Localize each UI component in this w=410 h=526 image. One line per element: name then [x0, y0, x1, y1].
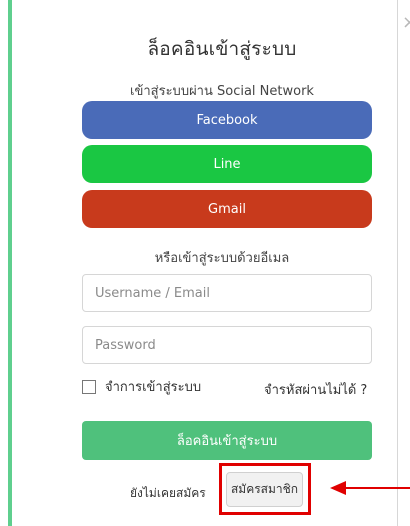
remember-checkbox[interactable] [82, 379, 96, 394]
login-button[interactable]: ล็อคอินเข้าสู่ระบบ [82, 421, 372, 460]
facebook-login-button[interactable]: Facebook [82, 101, 372, 139]
email-login-heading: หรือเข้าสู่ระบบด้วยอีเมล [154, 251, 290, 266]
forgot-password-link[interactable]: จำรหัสผ่านไม่ได้ ? [264, 379, 367, 400]
login-modal: × ล็อคอินเข้าสู่ระบบ เข้าสู่ระบบผ่าน Soc… [8, 0, 410, 526]
pointer-arrow-icon [330, 481, 410, 495]
gmail-login-button[interactable]: Gmail [82, 190, 372, 228]
password-input[interactable] [82, 326, 372, 364]
remember-me[interactable]: จำการเข้าสู่ระบบ [82, 376, 201, 397]
remember-label: จำการเข้าสู่ระบบ [105, 380, 202, 395]
line-login-button[interactable]: Line [82, 145, 372, 183]
close-icon[interactable]: × [402, 14, 410, 32]
username-input[interactable] [82, 274, 372, 312]
no-account-text: ยังไม่เคยสมัคร [130, 486, 206, 500]
signup-button[interactable]: สมัครสมาชิก [226, 472, 303, 507]
modal-title: ล็อคอินเข้าสู่ระบบ [147, 38, 297, 60]
social-login-heading: เข้าสู่ระบบผ่าน Social Network [130, 84, 314, 99]
